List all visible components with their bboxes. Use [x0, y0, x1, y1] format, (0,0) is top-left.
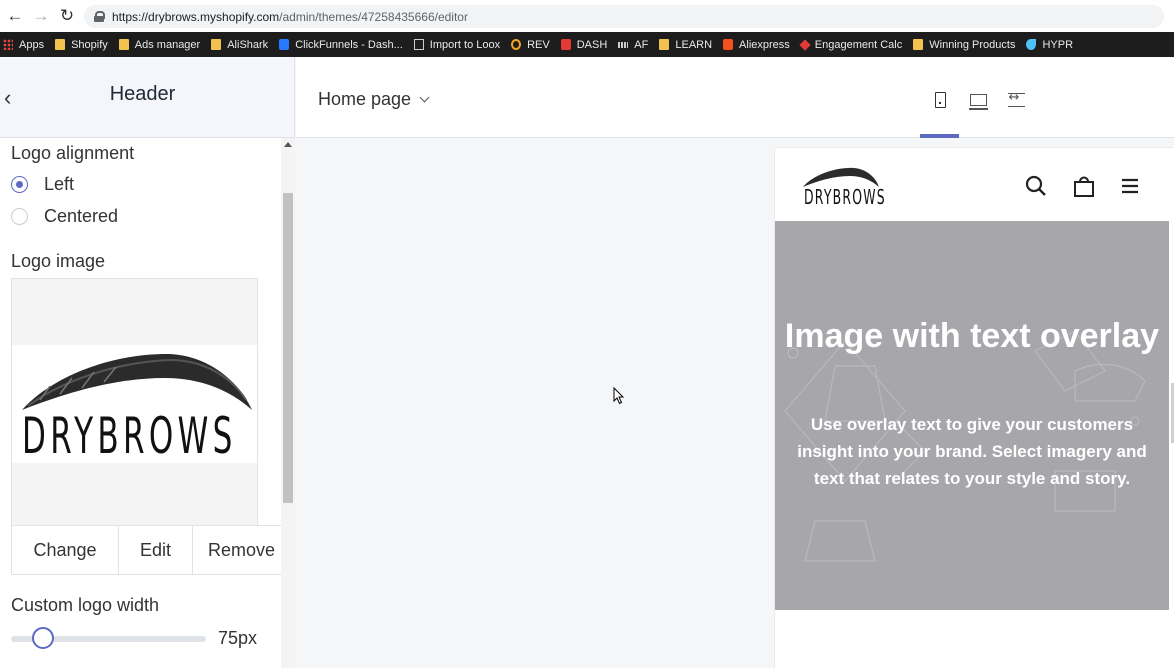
- logo-button-group: Change Edit Remove: [11, 525, 291, 575]
- folder-icon: [211, 39, 222, 50]
- bookmark-winning-products[interactable]: Winning Products: [913, 39, 1015, 51]
- bookmark-af[interactable]: AF: [618, 39, 648, 51]
- bookmark-hypr[interactable]: HYPR: [1026, 39, 1073, 51]
- radio-label: Left: [44, 174, 75, 194]
- bookmark-import-to-loox[interactable]: Import to Loox: [413, 39, 500, 51]
- logo-image-label: Logo image: [11, 251, 106, 271]
- editor-topbar: Home page: [296, 57, 1174, 138]
- hero-heading: Image with text overlay: [784, 317, 1160, 355]
- scroll-up-arrow-icon[interactable]: [284, 142, 292, 147]
- bookmark-learn[interactable]: LEARN: [659, 39, 712, 51]
- radio-button[interactable]: [11, 176, 28, 193]
- folder-icon: [118, 39, 129, 50]
- reload-icon[interactable]: ↻: [56, 5, 78, 27]
- store-logo-wordmark: DRYBROWS: [804, 185, 886, 209]
- radio-option-left[interactable]: Left: [11, 174, 74, 195]
- bookmark-clickfunnels[interactable]: ClickFunnels - Dash...: [279, 39, 403, 51]
- folder-icon: [913, 39, 924, 50]
- change-button[interactable]: Change: [12, 526, 119, 574]
- url-field[interactable]: https://drybrows.myshopify.com/admin/the…: [84, 5, 1164, 28]
- mobile-preview: DRYBROWS Image with text overlay Use ove…: [775, 148, 1174, 668]
- page-selector-label: Home page: [318, 89, 412, 109]
- bookmark-dash[interactable]: DASH: [560, 39, 607, 51]
- page-selector[interactable]: Home page: [318, 89, 430, 110]
- custom-logo-width-label: Custom logo width: [11, 595, 160, 615]
- hero-body-text: Use overlay text to give your customers …: [797, 415, 1147, 488]
- logo-image: DRYBROWS: [12, 345, 257, 465]
- menu-icon[interactable]: [1118, 174, 1142, 198]
- sidebar-header: ‹ Header: [0, 57, 294, 138]
- forward-arrow-icon[interactable]: →: [30, 5, 52, 27]
- fullscreen-icon[interactable]: [1006, 90, 1026, 110]
- clickfunnels-icon: [279, 39, 290, 50]
- radio-button[interactable]: [11, 208, 28, 225]
- ring-icon: [511, 39, 522, 50]
- bookmark-shopify[interactable]: Shopify: [55, 39, 108, 51]
- scrollbar-thumb[interactable]: [283, 193, 293, 503]
- browser-address-bar: ← → ↻ https://drybrows.myshopify.com/adm…: [0, 0, 1174, 32]
- search-icon[interactable]: [1024, 174, 1048, 198]
- logo-alignment-label: Logo alignment: [11, 143, 135, 163]
- store-header: DRYBROWS: [775, 148, 1174, 221]
- logo-width-value: 75px: [218, 628, 258, 648]
- bookmark-rev[interactable]: REV: [511, 39, 550, 51]
- edit-button[interactable]: Edit: [119, 526, 193, 574]
- radio-label: Centered: [44, 206, 119, 226]
- youtube-icon: [560, 39, 571, 50]
- apps-grid-icon: [3, 39, 13, 50]
- image-with-text-overlay-section[interactable]: Image with text overlay Use overlay text…: [775, 221, 1169, 610]
- url-host: https://drybrows.myshopify.com: [112, 9, 280, 24]
- bookmark-apps[interactable]: Apps: [3, 39, 44, 51]
- bookmark-aliexpress[interactable]: Aliexpress: [723, 39, 790, 51]
- aliexpress-icon: [723, 39, 734, 50]
- bookmark-ads-manager[interactable]: Ads manager: [118, 39, 200, 51]
- shopping-bag-icon[interactable]: [1072, 174, 1096, 198]
- logo-wordmark: DRYBROWS: [22, 407, 237, 465]
- theme-editor: ‹ Header Logo alignment Left Centered Lo…: [0, 57, 1174, 668]
- mouse-cursor-icon: [613, 386, 625, 410]
- diamond-icon: [799, 38, 811, 51]
- chevron-down-icon: [419, 92, 430, 103]
- sidebar-scrollbar[interactable]: [281, 138, 295, 668]
- back-arrow-icon[interactable]: ←: [4, 5, 26, 27]
- bookmark-engagement-calc[interactable]: Engagement Calc: [799, 38, 902, 51]
- folder-icon: [55, 39, 66, 50]
- sidebar-title: Header: [109, 83, 176, 105]
- logo-image-preview: DRYBROWS: [11, 278, 258, 526]
- logo-width-slider-thumb[interactable]: [32, 627, 54, 649]
- desktop-icon[interactable]: [968, 90, 988, 110]
- page-icon: [413, 39, 424, 50]
- folder-icon: [659, 39, 670, 50]
- lock-icon: [94, 11, 105, 22]
- bars-icon: [618, 41, 629, 48]
- bookmarks-bar: Apps Shopify Ads manager AliShark ClickF…: [0, 32, 1174, 57]
- bird-icon: [1026, 39, 1037, 50]
- settings-sidebar: ‹ Header Logo alignment Left Centered Lo…: [0, 57, 295, 668]
- bookmark-alishark[interactable]: AliShark: [211, 39, 268, 51]
- sidebar-scroll-area[interactable]: Logo alignment Left Centered Logo image …: [0, 138, 295, 668]
- remove-button[interactable]: Remove: [193, 526, 290, 574]
- radio-option-centered[interactable]: Centered: [11, 206, 118, 227]
- url-path: /admin/themes/47258435666/editor: [279, 9, 468, 24]
- mobile-icon[interactable]: [930, 90, 950, 110]
